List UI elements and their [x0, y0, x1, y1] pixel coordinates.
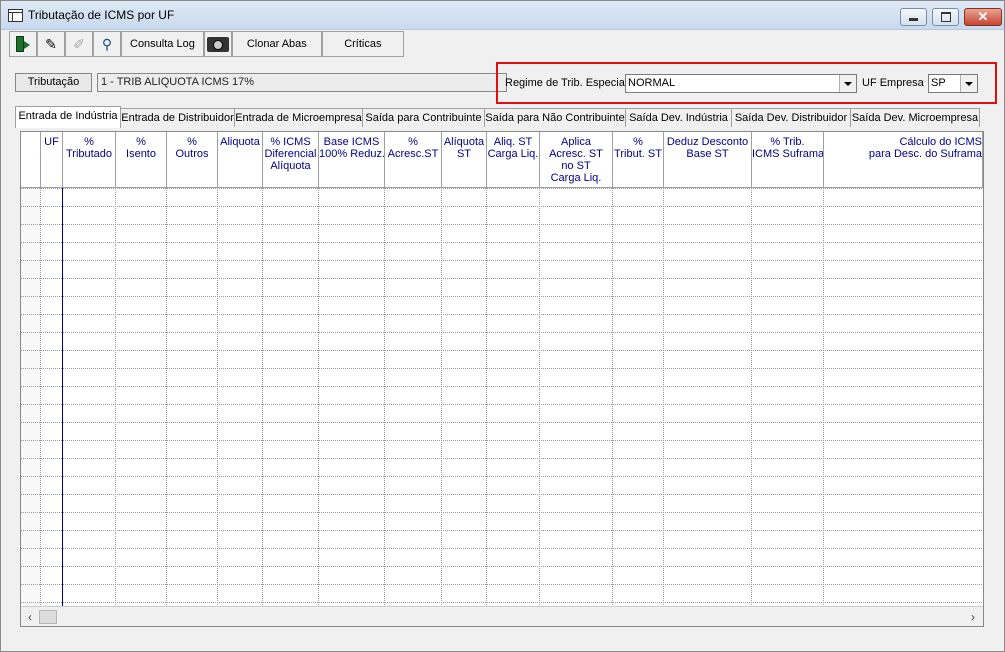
column-header-0[interactable] — [21, 132, 41, 188]
scroll-left-icon[interactable]: ‹ — [23, 610, 37, 624]
camera-button[interactable] — [203, 31, 232, 57]
uf-empresa-value: SP — [931, 77, 946, 89]
tab-1[interactable]: Entrada de Distribuidor — [120, 108, 235, 127]
column-header-5[interactable]: Aliquota — [218, 132, 263, 188]
toolbar: ✎ ✐ ⚲ Consulta Log Clonar Abas Críticas — [9, 31, 404, 59]
column-header-3[interactable]: % Isento — [116, 132, 167, 188]
eraser-button[interactable]: ✎ — [37, 31, 65, 57]
regime-value: NORMAL — [628, 77, 676, 89]
data-grid: UF% Tributado% Isento% Outros Aliquota% I… — [20, 131, 984, 627]
row-header-column — [21, 188, 40, 606]
scroll-thumb[interactable] — [39, 610, 57, 624]
tab-3[interactable]: Saída para Contribuinte — [362, 108, 485, 127]
grid-rows — [21, 188, 983, 606]
column-header-7[interactable]: Base ICMS 100% Reduz. — [319, 132, 385, 188]
title-bar: Tributação de ICMS por UF ✕ — [1, 1, 1004, 30]
pin-button[interactable]: ✐ — [65, 31, 93, 57]
chevron-down-icon[interactable] — [839, 75, 856, 92]
close-button[interactable]: ✕ — [964, 8, 1002, 26]
column-header-2[interactable]: % Tributado — [63, 132, 116, 188]
binoculars-button[interactable]: ⚲ — [93, 31, 121, 57]
tab-4[interactable]: Saída para Não Contribuinte — [484, 108, 626, 127]
criticas-button[interactable]: Críticas — [321, 31, 404, 57]
tab-0[interactable]: Entrada de Indústria — [15, 106, 121, 128]
window-icon — [8, 9, 23, 22]
camera-icon — [206, 36, 229, 52]
clonar-abas-button[interactable]: Clonar Abas — [231, 31, 322, 57]
column-header-10[interactable]: Aliq. ST Carga Liq. — [487, 132, 540, 188]
horizontal-scrollbar[interactable]: ‹ › — [21, 606, 983, 626]
column-header-12[interactable]: % Tribut. ST — [613, 132, 664, 188]
maximize-icon — [941, 12, 951, 22]
regime-select[interactable]: NORMAL — [625, 74, 857, 93]
close-icon: ✕ — [977, 9, 989, 24]
minimize-button[interactable] — [900, 8, 927, 26]
binoculars-icon: ⚲ — [101, 36, 113, 52]
consulta-log-button[interactable]: Consulta Log — [121, 31, 204, 57]
column-header-13[interactable]: Deduz Desconto Base ST — [664, 132, 752, 188]
window-title: Tributação de ICMS por UF — [28, 8, 175, 22]
window: Tributação de ICMS por UF ✕ ✎ ✐ ⚲ Consul… — [0, 0, 1005, 652]
pin-icon: ✐ — [73, 36, 85, 52]
column-header-11[interactable]: Aplica Acresc. ST no ST Carga Liq. — [540, 132, 613, 188]
exit-button[interactable] — [9, 31, 37, 57]
tributacao-button[interactable]: Tributação — [15, 73, 92, 92]
column-header-6[interactable]: % ICMS Diferencial Alíquota — [263, 132, 319, 188]
minimize-icon — [909, 18, 918, 21]
column-header-15[interactable]: Cálculo do ICMS para Desc. do Suframa — [824, 132, 983, 188]
tab-2[interactable]: Entrada de Microempresa — [234, 108, 363, 127]
chevron-down-icon[interactable] — [960, 75, 977, 92]
eraser-icon: ✎ — [45, 36, 57, 52]
column-header-14[interactable]: % Trib. ICMS Suframa — [752, 132, 824, 188]
tab-6[interactable]: Saída Dev. Distribuidor — [731, 108, 851, 127]
maximize-button[interactable] — [932, 8, 959, 26]
column-header-8[interactable]: % Acresc.ST — [385, 132, 442, 188]
regime-label: Regime de Trib. Especial — [505, 77, 628, 89]
uf-empresa-select[interactable]: SP — [928, 74, 978, 93]
tributacao-value: 1 - TRIB ALIQUOTA ICMS 17% — [97, 73, 507, 92]
tab-5[interactable]: Saída Dev. Indústria — [625, 108, 732, 127]
uf-empresa-label: UF Empresa — [862, 77, 924, 89]
tab-7[interactable]: Saída Dev. Microempresa — [850, 108, 980, 127]
column-header-4[interactable]: % Outros — [167, 132, 218, 188]
exit-icon — [16, 36, 30, 52]
scroll-right-icon[interactable]: › — [966, 610, 980, 624]
column-header-9[interactable]: Alíquota ST — [442, 132, 487, 188]
column-header-1[interactable]: UF — [41, 132, 63, 188]
